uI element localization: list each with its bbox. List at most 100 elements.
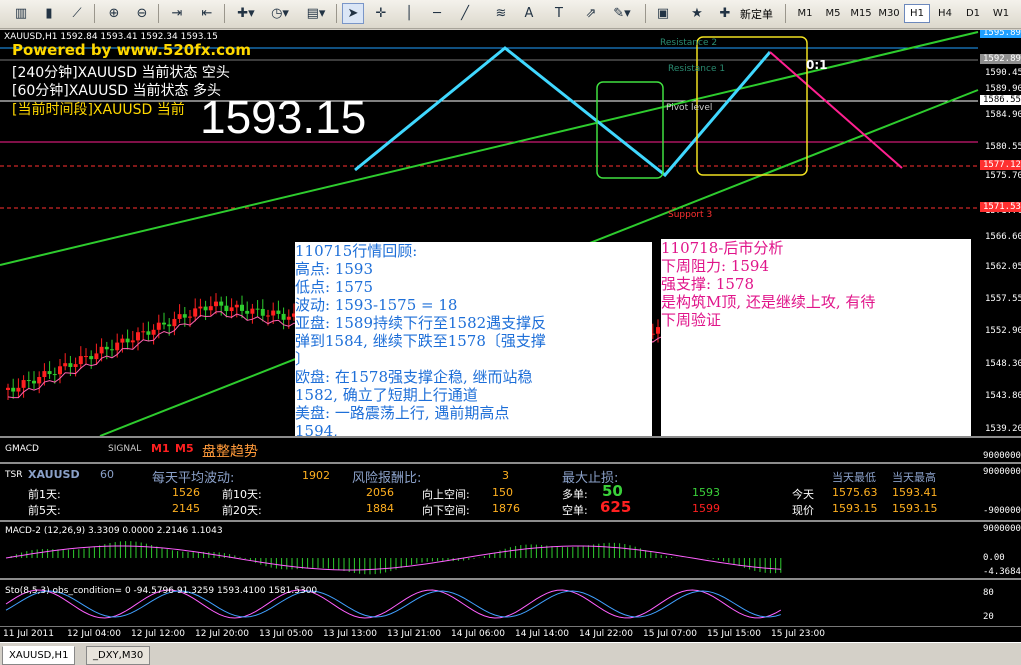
candle-body (136, 332, 140, 341)
tsr-d10-label: 前10天: (222, 488, 262, 501)
time-tick: 13 Jul 21:00 (387, 629, 441, 639)
tsr-title: TSR (5, 470, 23, 480)
cursor-icon[interactable]: ➤ (342, 3, 364, 24)
tsr-period: 60 (100, 468, 114, 481)
text-icon[interactable]: A (518, 3, 540, 24)
tsr-pane[interactable]: TSR XAUUSD 60 每天平均波动: 1902 风险报酬比: 3 最大止损… (0, 464, 1021, 520)
tsr-scale-bottom: -9000000 (983, 506, 1021, 516)
folder-icon[interactable]: ★ (686, 3, 708, 24)
status-line-current: [当前时间段]XAUUSD 当前 (12, 102, 185, 118)
crosshair-icon[interactable]: ✛ (370, 3, 392, 24)
candle-body (203, 306, 208, 311)
timeframe-w1[interactable]: W1 (988, 4, 1014, 23)
bar-chart-icon[interactable]: ▥ (10, 3, 32, 24)
trendline-icon[interactable]: ╱ (454, 3, 476, 24)
auto-scroll-icon[interactable]: ⇤ (196, 3, 218, 24)
candle-body (214, 301, 218, 307)
gmacd-trend: 盘整趋势 (202, 444, 258, 460)
timeframe-m5[interactable]: M5 (820, 4, 846, 23)
review-line: 1582, 确立了短期上行通道 (295, 386, 478, 404)
status-line-240: [240分钟]XAUUSD 当前状态 空头 (12, 65, 230, 81)
timeframe-h4[interactable]: H4 (932, 4, 958, 23)
text-label-icon[interactable]: T (548, 3, 570, 24)
zoom-in-icon[interactable]: ⊕ (103, 3, 125, 24)
tsr-d20-label: 前20天: (222, 504, 262, 517)
price-tick: 1539.20 (985, 424, 1021, 434)
tsr-avg-value: 1902 (302, 469, 330, 482)
indicators-icon[interactable]: ✚▾ (232, 3, 260, 24)
tab-dxy-m30[interactable]: _DXY,M30 (86, 646, 151, 665)
shapes-icon[interactable]: ✎▾ (608, 3, 636, 24)
forecast-note: 110718-后市分析 下周阻力: 1594 强支撑: 1578 是构筑M顶, 还是继… (661, 239, 971, 453)
candle-body (167, 324, 172, 327)
time-tick: 13 Jul 13:00 (323, 629, 377, 639)
candle-body (188, 316, 192, 318)
time-tick: 12 Jul 12:00 (131, 629, 185, 639)
candle-body (255, 308, 260, 310)
candle-body (245, 310, 250, 314)
timeframe-d1[interactable]: D1 (960, 4, 986, 23)
review-line: 亚盘: 1589持续下行至1582遇支撑反 (295, 314, 547, 332)
macd-signal-line (5, 545, 781, 571)
candle-body (234, 304, 239, 308)
zoom-out-icon[interactable]: ⊖ (131, 3, 153, 24)
tsr-long-price: 1593 (692, 486, 720, 499)
candle-body (11, 387, 16, 392)
new-order-button[interactable]: 新定单 (740, 6, 773, 22)
resistance1-label: Resistance 1 (668, 64, 726, 74)
gmacd-m1: M1 (151, 442, 170, 455)
candle-body (271, 310, 276, 316)
candlestick-icon[interactable]: ▮ (38, 3, 60, 24)
candle-body (141, 331, 146, 333)
tsr-today-low: 1575.63 (832, 486, 878, 499)
candle-body (94, 353, 99, 360)
price-tag: 1595.89 (980, 30, 1021, 38)
price-tick: 1552.90 (985, 326, 1021, 336)
status-line-60: [60分钟]XAUUSD 当前状态 多头 (12, 83, 221, 99)
periods-icon[interactable]: ◷▾ (266, 3, 294, 24)
time-tick: 12 Jul 04:00 (67, 629, 121, 639)
candle-body (208, 306, 213, 311)
new-order-icon[interactable]: ✚ (714, 3, 736, 24)
macd-scale-zero: 0.00 (983, 553, 1005, 563)
review-line: 弹到1584, 继续下跌至1578〔强支撑 (295, 332, 546, 350)
gmacd-scale: 9000000 (983, 451, 1021, 461)
fibo-icon[interactable]: ≋ (490, 3, 512, 24)
macd-label: MACD-2 (12,26,9) 3.3309 0.0000 2.2146 1.… (5, 526, 223, 536)
price-tick: 1580.55 (985, 142, 1021, 152)
tsr-up-label: 向上空间: (422, 488, 470, 501)
candle-body (182, 314, 187, 318)
ratio-marker: 0:1 (806, 58, 828, 72)
candle-body (198, 306, 203, 309)
tab-xauusd-h1[interactable]: XAUUSD,H1 (2, 646, 76, 665)
arrow-icon[interactable]: ⇗ (580, 3, 602, 24)
line-chart-icon[interactable]: ⟋ (66, 3, 88, 24)
candle-body (42, 371, 47, 378)
timeframe-m15[interactable]: M15 (848, 4, 874, 23)
gmacd-pane[interactable]: GMACD SIGNAL M1 M5 盘整趋势 9000000 (0, 438, 1021, 462)
templates-icon[interactable]: ▤▾ (302, 3, 330, 24)
tsr-now-high: 1593.15 (892, 502, 938, 515)
timeframe-h1[interactable]: H1 (904, 4, 930, 23)
horizontal-line-icon[interactable]: ─ (426, 3, 448, 24)
macd-pane[interactable]: MACD-2 (12,26,9) 3.3309 0.0000 2.2146 1.… (0, 522, 1021, 578)
gmacd-title: GMACD (5, 444, 39, 454)
candle-body (656, 327, 660, 334)
vertical-line-icon[interactable]: │ (398, 3, 420, 24)
chart-shift-icon[interactable]: ⇥ (166, 3, 188, 24)
time-tick: 14 Jul 22:00 (579, 629, 633, 639)
stoch-pane[interactable]: Sto(8,5,3) obs_condition= 0 -94.5796 91.… (0, 580, 1021, 626)
candle-body (78, 356, 83, 365)
tsr-d1-label: 前1天: (28, 488, 61, 501)
timeframe-m30[interactable]: M30 (876, 4, 902, 23)
tsr-risk-value: 3 (502, 469, 509, 482)
pivot-label: Pivot level (666, 103, 713, 113)
stoch-scale-80: 80 (983, 588, 994, 598)
tsr-d1-value: 1526 (172, 486, 200, 499)
candle-body (276, 310, 281, 314)
navigator-icon[interactable]: ▣ (652, 3, 674, 24)
tsr-d5-label: 前5天: (28, 504, 61, 517)
candle-body (21, 380, 26, 388)
tsr-up-value: 150 (492, 486, 513, 499)
timeframe-m1[interactable]: M1 (792, 4, 818, 23)
